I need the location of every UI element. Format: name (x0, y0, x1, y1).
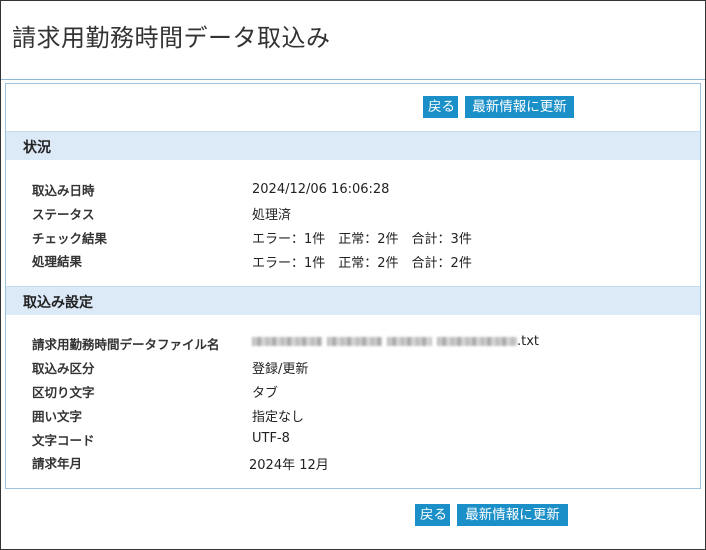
back-button-bottom[interactable]: 戻る (415, 504, 450, 526)
back-button-top[interactable]: 戻る (423, 96, 458, 118)
window-frame: 請求用勤務時間データ取込み 戻る 最新情報に更新 状況 取込み日時 2024/1… (0, 0, 706, 550)
enclosure-value: 指定なし (252, 410, 305, 425)
process-result-value: エラー：1件 正常：2件 合計：2件 (252, 256, 472, 271)
check-result-label: チェック結果 (32, 231, 108, 246)
redacted-filename-part (327, 337, 382, 346)
billing-month-value: 2024年 12月 (249, 458, 329, 473)
file-extension: .txt (517, 334, 540, 349)
process-result-label: 処理結果 (32, 254, 83, 269)
status-value: 処理済 (252, 208, 292, 223)
file-name-value: .txt (252, 334, 539, 349)
delimiter-label: 区切り文字 (32, 385, 95, 400)
redacted-filename-part (252, 337, 322, 346)
refresh-button-top[interactable]: 最新情報に更新 (465, 96, 574, 118)
billing-month-label: 請求年月 (32, 456, 83, 471)
enclosure-label: 囲い文字 (32, 409, 83, 424)
settings-section-title: 取込み設定 (23, 295, 93, 311)
import-datetime-value: 2024/12/06 16:06:28 (252, 182, 390, 197)
file-name-label: 請求用勤務時間データファイル名 (32, 337, 220, 352)
delimiter-value: タブ (252, 386, 279, 401)
redacted-filename-part (437, 337, 517, 346)
redacted-filename-part (387, 337, 432, 346)
status-section-header: 状況 (6, 131, 700, 160)
encoding-label: 文字コード (32, 433, 95, 448)
check-result-value: エラー：1件 正常：2件 合計：3件 (252, 232, 472, 247)
header-divider (1, 79, 705, 80)
refresh-button-bottom[interactable]: 最新情報に更新 (457, 504, 568, 526)
import-type-label: 取込み区分 (32, 361, 95, 376)
page-title: 請求用勤務時間データ取込み (12, 24, 331, 52)
settings-section-header: 取込み設定 (6, 286, 700, 315)
status-section-title: 状況 (23, 140, 51, 156)
encoding-value: UTF-8 (252, 431, 290, 446)
status-label: ステータス (32, 207, 95, 222)
import-datetime-label: 取込み日時 (32, 183, 95, 198)
import-type-value: 登録/更新 (252, 362, 309, 377)
content-panel: 戻る 最新情報に更新 状況 取込み日時 2024/12/06 16:06:28 … (5, 83, 701, 489)
